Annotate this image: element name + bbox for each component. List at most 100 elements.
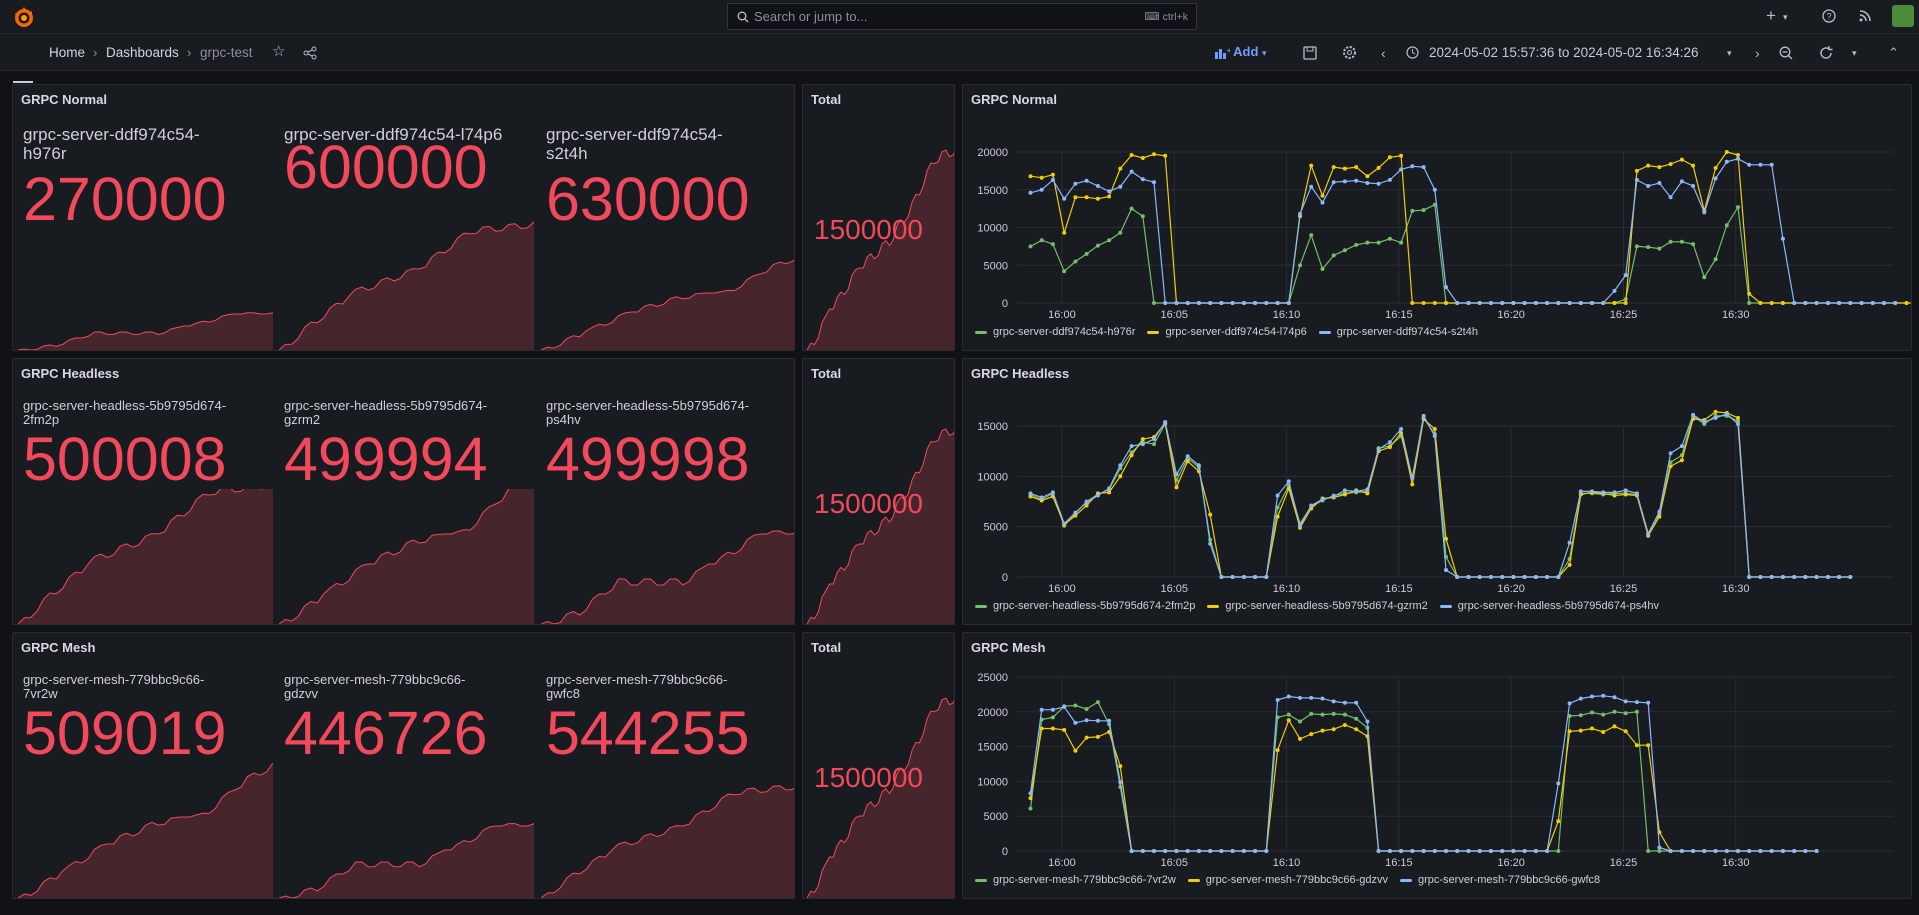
- search-icon: [737, 11, 749, 23]
- legend-label: grpc-server-ddf974c54-l74p6: [1165, 326, 1307, 338]
- data-point: [1118, 463, 1123, 468]
- data-point: [1095, 700, 1100, 705]
- legend-item[interactable]: grpc-server-headless-5b9795d674-gzrm2: [1207, 600, 1428, 612]
- data-point: [1185, 454, 1190, 459]
- data-point: [1578, 696, 1583, 701]
- save-icon[interactable]: [1303, 46, 1317, 60]
- legend-item[interactable]: grpc-server-headless-5b9795d674-ps4hv: [1439, 600, 1659, 612]
- timeseries-panel[interactable]: GRPC Headless 0 5000 10000 15000 16:00 16:05 16…: [962, 358, 1912, 625]
- data-point: [1848, 301, 1853, 305]
- legend-label: grpc-server-ddf974c54-s2t4h: [1336, 326, 1478, 338]
- legend-swatch: [975, 604, 987, 608]
- x-tick-label: 16:20: [1497, 583, 1525, 594]
- zoom-out-icon[interactable]: [1779, 46, 1793, 60]
- breadcrumb-home[interactable]: Home: [49, 45, 85, 60]
- collapse-icon[interactable]: ⌃: [1888, 45, 1899, 61]
- legend-item[interactable]: grpc-server-mesh-779bbc9c66-7vr2w: [975, 874, 1176, 886]
- legend-item[interactable]: grpc-server-ddf974c54-s2t4h: [1318, 326, 1478, 338]
- data-point: [1623, 301, 1628, 305]
- timeseries-panel[interactable]: GRPC Mesh 0 5000 10000 15000 20000 25000 16:00 1…: [962, 632, 1912, 899]
- legend-item[interactable]: grpc-server-headless-5b9795d674-2fm2p: [975, 600, 1195, 612]
- data-point: [1275, 301, 1280, 305]
- data-point: [1646, 743, 1651, 748]
- data-point: [1152, 849, 1156, 853]
- data-point: [1073, 703, 1078, 708]
- data-point: [1365, 174, 1370, 179]
- data-point: [1152, 437, 1156, 442]
- search-input[interactable]: Search or jump to... ⌨ ctrl+k: [727, 3, 1197, 30]
- stat-panel[interactable]: GRPC Headless grpc-server-headless-5b9795…: [12, 358, 795, 625]
- data-point: [1152, 180, 1156, 185]
- x-tick-label: 16:05: [1160, 857, 1188, 868]
- data-point: [1039, 187, 1044, 192]
- add-button[interactable]: + Add ▾: [1215, 44, 1267, 62]
- rss-icon[interactable]: [1858, 9, 1872, 23]
- stat-panel[interactable]: GRPC Normal grpc-server-ddf974c54- h976r 2…: [12, 84, 795, 351]
- data-point: [1724, 150, 1729, 154]
- data-point: [1331, 711, 1336, 716]
- data-point: [1354, 178, 1359, 183]
- legend-item[interactable]: grpc-server-ddf974c54-h976r: [975, 326, 1135, 338]
- data-point: [1185, 459, 1190, 464]
- data-point: [1342, 492, 1347, 497]
- plus-icon[interactable]: +: [1766, 7, 1776, 24]
- total-panel[interactable]: Total 1500000: [802, 632, 955, 899]
- data-point: [1634, 709, 1639, 714]
- chevron-down-icon[interactable]: ▾: [1727, 45, 1732, 61]
- data-point: [1298, 263, 1302, 268]
- timeseries-panel[interactable]: GRPC Normal 0 5000 10000 15000 20000 16:00 16:0…: [962, 84, 1912, 351]
- data-point: [1623, 488, 1628, 493]
- stat-panel[interactable]: GRPC Mesh grpc-server-mesh-779bbc9c66- 7v…: [12, 632, 795, 899]
- data-point: [1399, 849, 1404, 853]
- data-point: [1657, 509, 1662, 514]
- data-point: [1882, 301, 1886, 305]
- data-point: [1298, 736, 1302, 741]
- legend-item[interactable]: grpc-server-mesh-779bbc9c66-gwfc8: [1399, 874, 1600, 886]
- data-point: [1376, 849, 1381, 853]
- x-tick-label: 16:20: [1497, 857, 1525, 868]
- help-icon[interactable]: ?: [1822, 9, 1836, 23]
- data-point: [1893, 301, 1898, 305]
- settings-gear-icon[interactable]: [1342, 45, 1357, 60]
- data-point: [1399, 427, 1404, 431]
- legend-item[interactable]: grpc-server-mesh-779bbc9c66-gdzvv: [1187, 874, 1388, 886]
- time-shift-back-icon[interactable]: ‹: [1381, 45, 1386, 61]
- refresh-icon[interactable]: [1819, 46, 1833, 60]
- total-panel[interactable]: Total 1500000: [802, 84, 955, 351]
- data-point: [1320, 497, 1325, 502]
- data-point: [1342, 179, 1347, 184]
- legend-item[interactable]: grpc-server-ddf974c54-l74p6: [1147, 326, 1307, 338]
- data-point: [1601, 730, 1606, 734]
- stat-value: 446726: [284, 699, 488, 767]
- data-point: [1657, 845, 1662, 850]
- chevron-down-icon[interactable]: ▾: [1783, 9, 1788, 25]
- data-point: [1286, 718, 1291, 723]
- sparkline: [18, 763, 273, 898]
- data-point: [1634, 700, 1639, 705]
- svg-text:?: ?: [1826, 12, 1831, 22]
- data-point: [1578, 489, 1583, 494]
- chevron-down-icon[interactable]: ▾: [1852, 45, 1857, 61]
- data-point: [1421, 413, 1426, 418]
- data-point: [1713, 176, 1718, 181]
- data-point: [1713, 165, 1718, 170]
- data-point: [1601, 490, 1606, 495]
- share-icon[interactable]: [303, 46, 317, 60]
- star-icon[interactable]: ☆: [272, 44, 285, 60]
- time-shift-forward-icon[interactable]: ›: [1755, 45, 1760, 61]
- data-point: [1376, 240, 1381, 245]
- search-placeholder: Search or jump to...: [754, 9, 868, 24]
- grafana-logo-icon[interactable]: [12, 5, 36, 29]
- time-range-picker[interactable]: 2024-05-02 15:57:36 to 2024-05-02 16:34:…: [1429, 45, 1698, 60]
- y-tick-label: 0: [1002, 298, 1008, 310]
- total-panel[interactable]: Total 1500000: [802, 358, 955, 625]
- data-point: [1354, 716, 1359, 721]
- y-tick-label: 20000: [977, 707, 1008, 719]
- data-point: [1107, 194, 1112, 199]
- data-point: [1634, 743, 1639, 748]
- y-tick-label: 25000: [977, 672, 1008, 684]
- data-point: [1342, 723, 1347, 727]
- user-avatar[interactable]: [1892, 5, 1914, 27]
- breadcrumb-dashboards[interactable]: Dashboards: [106, 45, 179, 60]
- data-point: [1253, 301, 1258, 305]
